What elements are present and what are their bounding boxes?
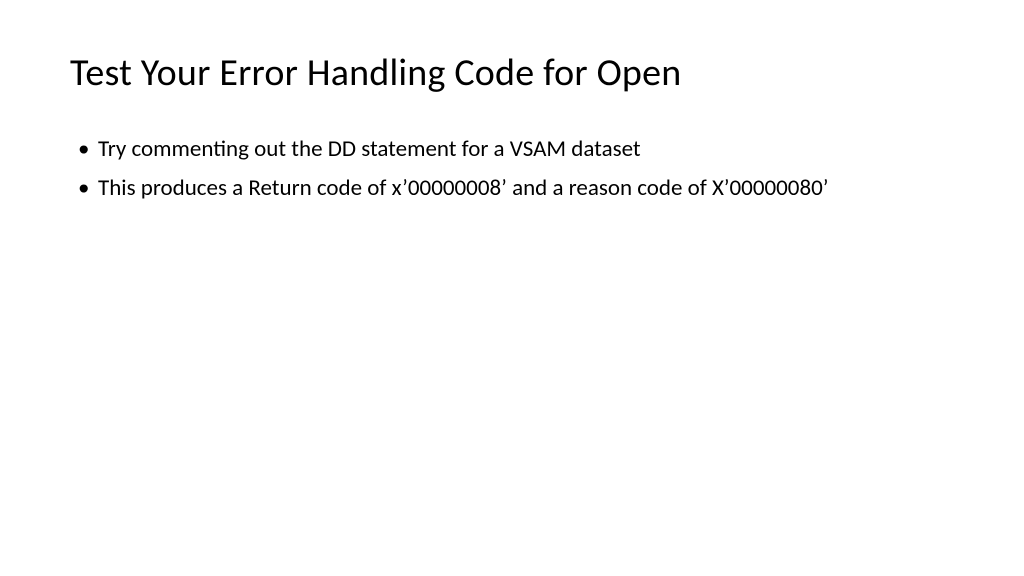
list-item: This produces a Return code of x’0000000… xyxy=(78,173,954,204)
slide-title: Test Your Error Handling Code for Open xyxy=(70,50,954,96)
list-item: Try commenting out the DD statement for … xyxy=(78,134,954,165)
bullet-list: Try commenting out the DD statement for … xyxy=(70,134,954,204)
